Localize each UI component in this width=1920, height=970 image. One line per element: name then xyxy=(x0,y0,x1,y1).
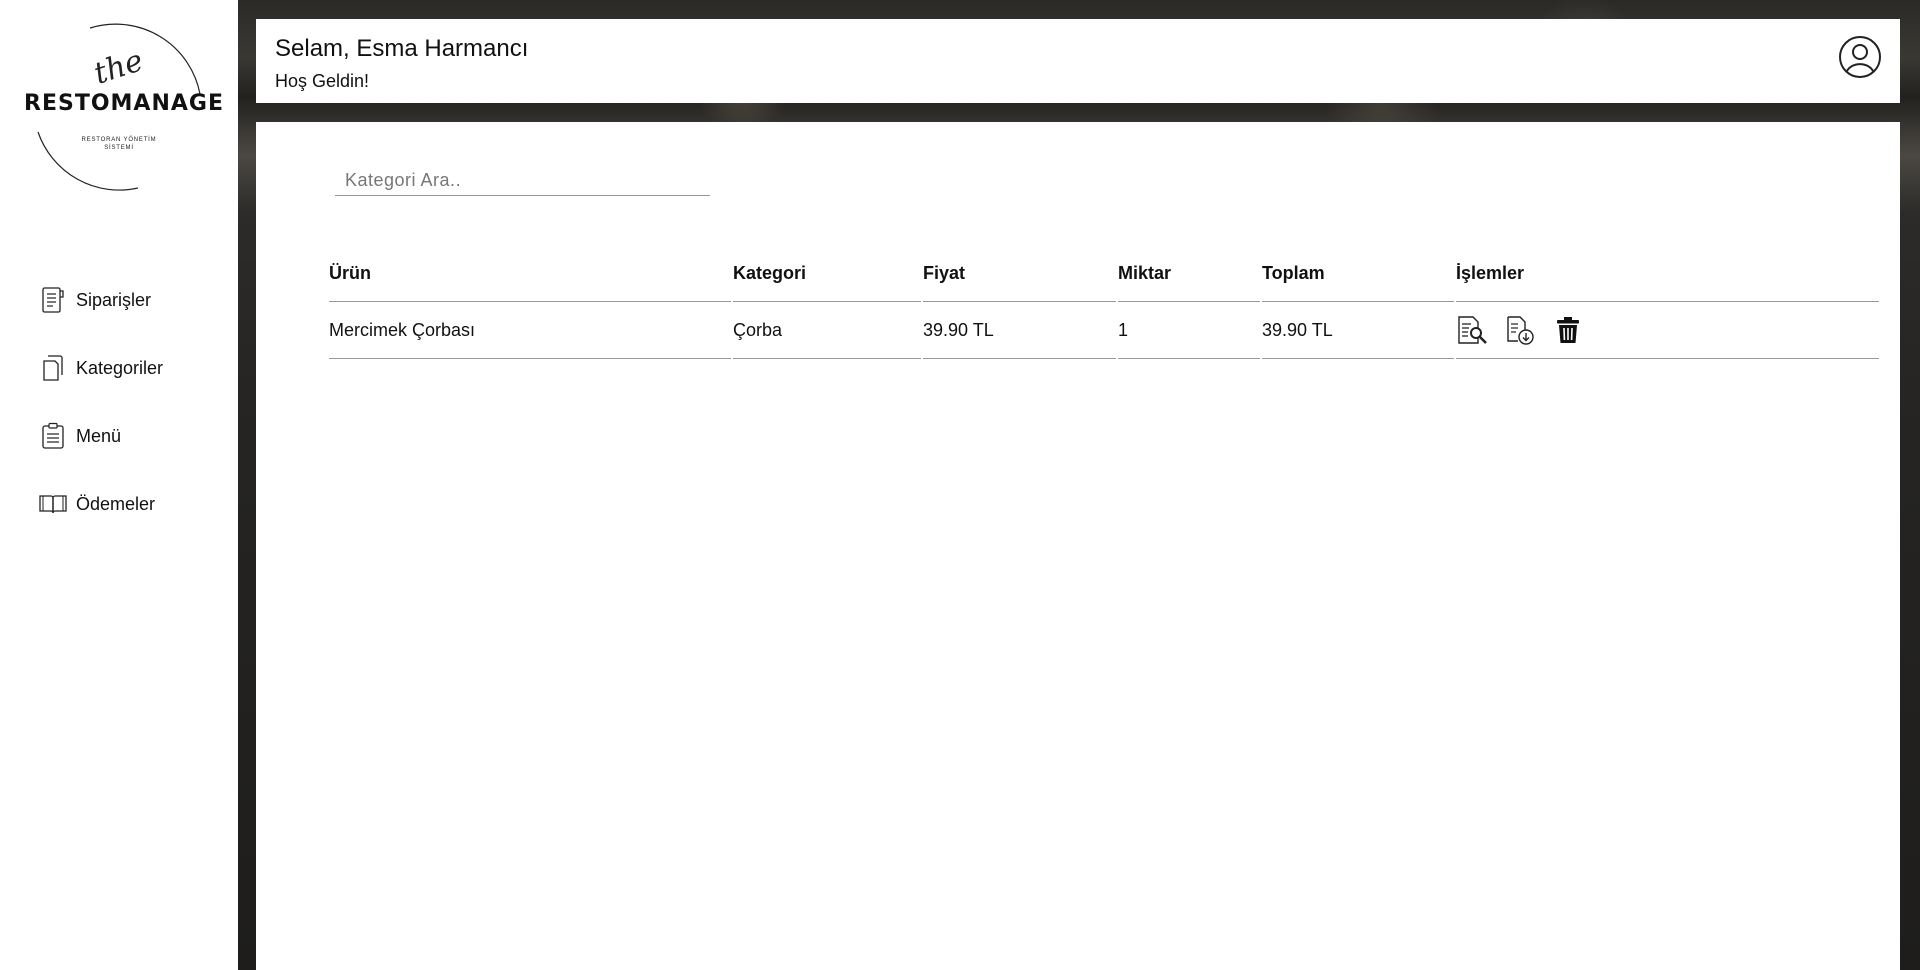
welcome-text: Hoş Geldin! xyxy=(275,71,370,91)
open-book-icon xyxy=(39,495,67,514)
sidebar-nav: Siparişler Kategoriler Menü Ödemeler xyxy=(38,280,163,552)
order-receipt-icon xyxy=(42,287,64,313)
column-header-fiyat: Fiyat xyxy=(923,245,1116,302)
greeting-text: Selam, Esma Harmancı xyxy=(275,35,529,62)
table-header-row: Ürün Kategori Fiyat Miktar Toplam İşleml… xyxy=(329,245,1879,302)
document-search-icon[interactable] xyxy=(1456,314,1488,346)
document-download-icon[interactable] xyxy=(1504,314,1536,346)
header: Selam, Esma Harmancı Hoş Geldin! xyxy=(256,19,1900,103)
sidebar-item-label: Ödemeler xyxy=(76,493,156,514)
sidebar-item-kategoriler[interactable]: Kategoriler xyxy=(38,348,163,388)
column-header-kategori: Kategori xyxy=(733,245,921,302)
cell-kategori: Çorba xyxy=(733,302,921,359)
copy-documents-icon xyxy=(43,355,63,381)
clipboard-list-icon xyxy=(42,422,64,449)
category-search-input[interactable] xyxy=(335,166,710,196)
table-row: Mercimek Çorbası Çorba 39.90 TL 1 39.90 … xyxy=(329,302,1879,359)
column-header-toplam: Toplam xyxy=(1262,245,1454,302)
logo-name: RESTOMANAGE xyxy=(24,91,224,116)
sidebar: the RESTOMANAGE RESTORAN YÖNETİM SİSTEMİ… xyxy=(0,0,238,970)
sidebar-item-odemeler[interactable]: Ödemeler xyxy=(38,484,163,524)
content-panel: Ürün Kategori Fiyat Miktar Toplam İşleml… xyxy=(256,122,1900,970)
sidebar-item-label: Menü xyxy=(76,425,122,446)
sidebar-item-siparisler[interactable]: Siparişler xyxy=(38,280,163,320)
cell-islemler xyxy=(1456,302,1879,359)
cell-miktar: 1 xyxy=(1118,302,1260,359)
sidebar-item-label: Siparişler xyxy=(76,289,152,310)
orders-table: Ürün Kategori Fiyat Miktar Toplam İşleml… xyxy=(327,245,1881,359)
sidebar-item-menu[interactable]: Menü xyxy=(38,416,163,456)
sidebar-item-label: Kategoriler xyxy=(76,357,164,378)
column-header-islemler: İşlemler xyxy=(1456,245,1879,302)
user-circle-icon[interactable] xyxy=(1838,35,1882,79)
logo-subtitle: RESTORAN YÖNETİM SİSTEMİ xyxy=(81,137,157,151)
column-header-urun: Ürün xyxy=(329,245,731,302)
cell-urun: Mercimek Çorbası xyxy=(329,302,731,359)
logo[interactable]: the RESTOMANAGE RESTORAN YÖNETİM SİSTEMİ xyxy=(24,22,224,194)
row-actions xyxy=(1456,314,1879,346)
app: the RESTOMANAGE RESTORAN YÖNETİM SİSTEMİ… xyxy=(0,0,1920,970)
trash-icon[interactable] xyxy=(1552,314,1584,346)
cell-toplam: 39.90 TL xyxy=(1262,302,1454,359)
cell-fiyat: 39.90 TL xyxy=(923,302,1116,359)
column-header-miktar: Miktar xyxy=(1118,245,1260,302)
